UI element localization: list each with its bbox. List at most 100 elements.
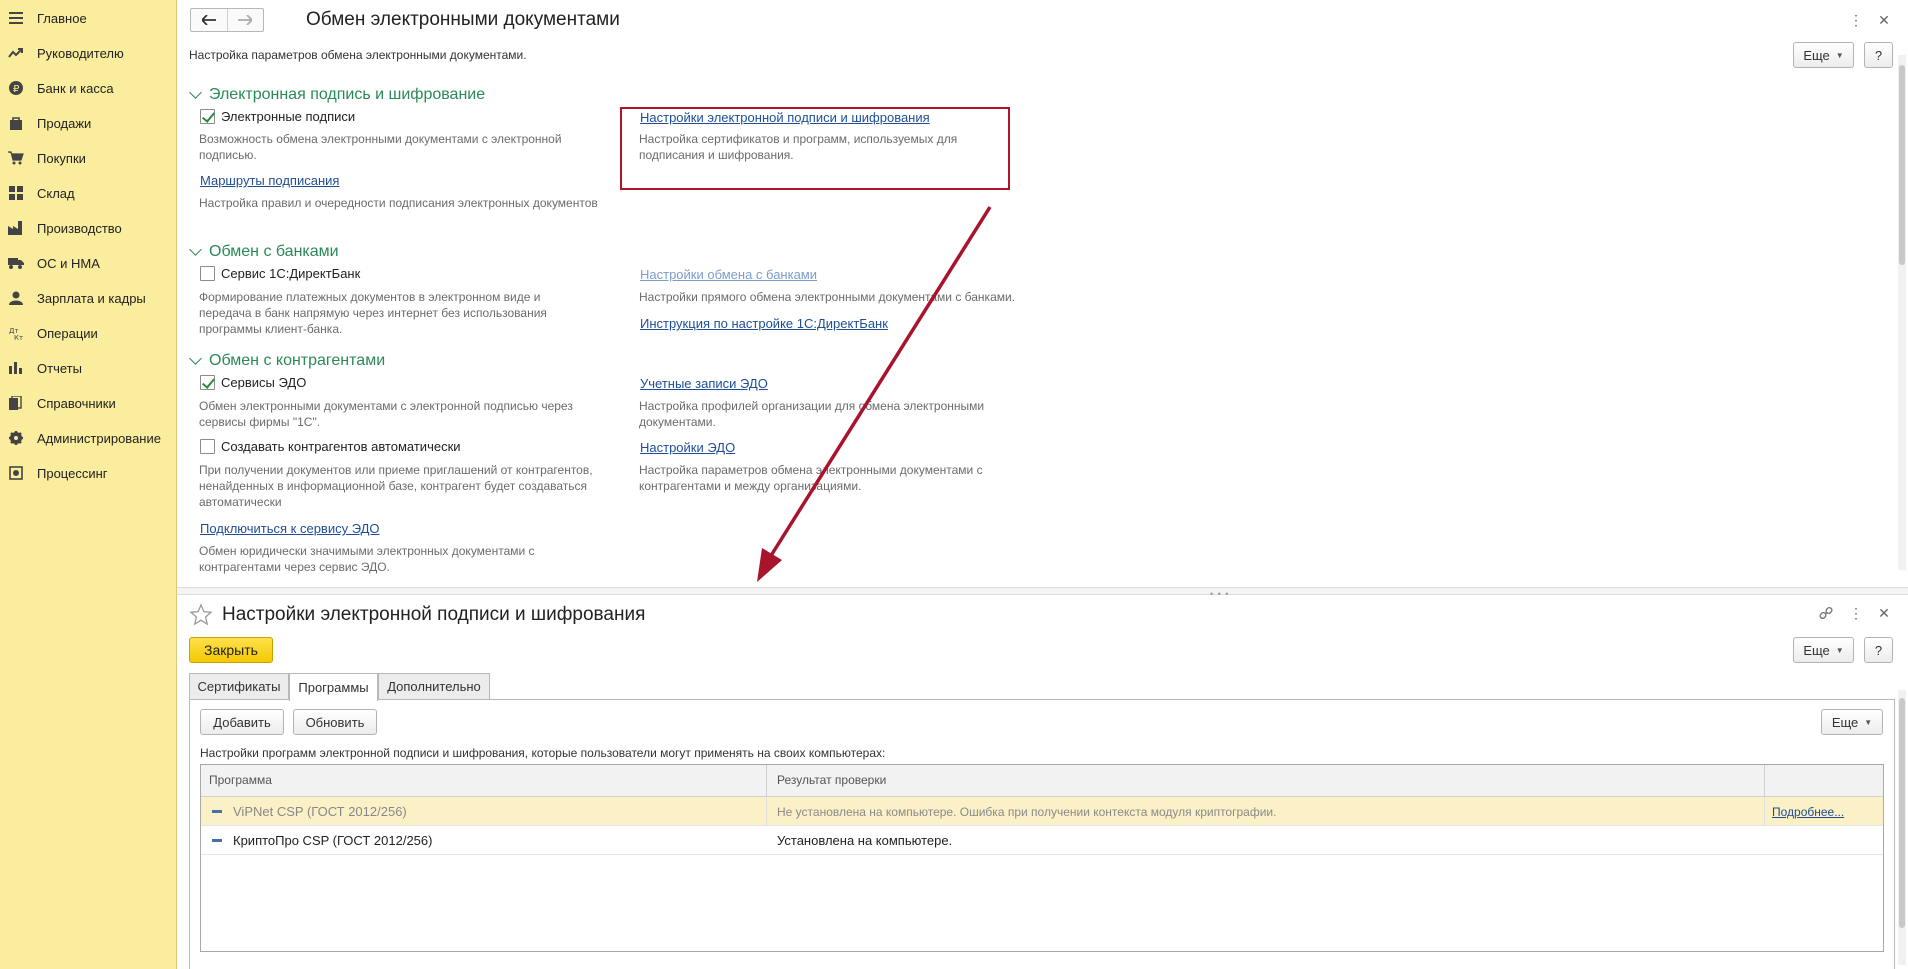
ruble-icon: ₽ [8, 80, 24, 96]
sidebar-item-label: Процессинг [37, 466, 108, 481]
checkbox-unchecked[interactable] [200, 439, 215, 454]
dropdown-arrow-icon: ▼ [1864, 717, 1873, 727]
close-icon[interactable]: ✕ [1876, 605, 1892, 621]
column-divider [1764, 765, 1765, 797]
tab-programs[interactable]: Программы [289, 673, 378, 701]
help-button[interactable]: ? [1864, 637, 1893, 663]
scrollbar-thumb[interactable] [1899, 65, 1905, 265]
column-divider [766, 797, 767, 826]
directbank-checkbox[interactable]: Сервис 1С:ДиректБанк [200, 266, 360, 281]
books-icon [8, 395, 24, 411]
table-row[interactable]: КриптоПро CSP (ГОСТ 2012/256) Установлен… [201, 826, 1883, 855]
more-button[interactable]: Еще ▼ [1793, 42, 1854, 68]
scrollbar-thumb[interactable] [1899, 698, 1905, 928]
column-header-program[interactable]: Программа [209, 773, 272, 787]
more-menu-icon[interactable]: ⋮ [1848, 605, 1864, 621]
favorite-star-icon[interactable] [189, 603, 213, 627]
signing-routes-description: Настройка правил и очередности подписани… [199, 196, 598, 210]
result-cell: Не установлена на компьютере. Ошибка при… [777, 805, 1277, 819]
more-button[interactable]: Еще ▼ [1793, 637, 1854, 663]
section-banks-header[interactable]: Обмен с банками [189, 243, 339, 261]
checkbox-label: Электронные подписи [221, 109, 356, 124]
result-cell: Установлена на компьютере. [777, 833, 953, 848]
form-splitter[interactable]: • • • [177, 587, 1908, 599]
program-cell: КриптоПро CSP (ГОСТ 2012/256) [233, 833, 433, 848]
sidebar-item-directories[interactable]: Справочники [0, 386, 176, 420]
sidebar-item-production[interactable]: Производство [0, 211, 176, 245]
menu-icon [8, 10, 24, 26]
auto-create-checkbox[interactable]: Создавать контрагентов автоматически [200, 439, 461, 454]
sidebar-item-sales[interactable]: Продажи [0, 106, 176, 140]
section-signature-header[interactable]: Электронная подпись и шифрование [189, 86, 485, 104]
tab-certificates[interactable]: Сертификаты [189, 673, 289, 699]
sidebar-item-warehouse[interactable]: Склад [0, 176, 176, 210]
checkbox-label: Сервис 1С:ДиректБанк [221, 266, 361, 281]
checkbox-label: Создавать контрагентов автоматически [221, 439, 461, 454]
checkbox-unchecked[interactable] [200, 266, 215, 281]
svg-text:Кт: Кт [14, 334, 23, 340]
sidebar-item-salary[interactable]: Зарплата и кадры [0, 281, 176, 315]
bottom-scrollbar[interactable] [1898, 690, 1906, 965]
tab-additional[interactable]: Дополнительно [378, 673, 490, 699]
dropdown-arrow-icon: ▼ [1835, 645, 1844, 655]
factory-icon [8, 220, 24, 236]
edo-services-description: Обмен электронными документами с электро… [199, 399, 573, 429]
tab-label: Сертификаты [197, 679, 281, 694]
close-icon[interactable]: ✕ [1876, 12, 1892, 28]
connect-edo-link[interactable]: Подключиться к сервису ЭДО [200, 521, 380, 536]
top-scrollbar[interactable] [1898, 55, 1906, 570]
sidebar-item-label: Производство [37, 221, 122, 236]
row-marker-icon [212, 839, 222, 842]
signing-routes-link[interactable]: Маршруты подписания [200, 173, 339, 188]
table-row[interactable]: ViPNet CSP (ГОСТ 2012/256) Не установлен… [201, 797, 1883, 826]
sidebar-item-assets[interactable]: ОС и НМА [0, 246, 176, 280]
sidebar-item-label: ОС и НМА [37, 256, 100, 271]
column-header-result[interactable]: Результат проверки [777, 773, 886, 787]
checkbox-checked[interactable] [200, 109, 215, 124]
refresh-button-label: Обновить [305, 714, 365, 730]
sidebar-item-label: Продажи [37, 116, 92, 131]
cart-icon [8, 150, 24, 166]
chevron-down-icon [189, 243, 202, 256]
programs-table: Программа Результат проверки ViPNet CSP … [200, 764, 1884, 952]
help-button[interactable]: ? [1864, 42, 1893, 68]
operations-icon: Дт Кт [8, 325, 24, 341]
more-menu-icon[interactable]: ⋮ [1848, 12, 1864, 28]
refresh-button[interactable]: Обновить [293, 709, 377, 735]
section-counterparties-header[interactable]: Обмен с контрагентами [189, 352, 385, 370]
close-button[interactable]: Закрыть [189, 637, 273, 663]
forward-button[interactable] [226, 9, 263, 31]
checkbox-checked[interactable] [200, 375, 215, 390]
sidebar: Главное Руководителю ₽ Банк и касса Прод… [0, 0, 177, 969]
signatures-checkbox[interactable]: Электронные подписи [200, 109, 355, 124]
chart-icon [8, 360, 24, 376]
page-subtitle: Настройка параметров обмена электронными… [189, 48, 527, 62]
auto-create-description: При получении документов или приеме приг… [199, 463, 593, 509]
sidebar-item-label: Главное [37, 11, 87, 26]
edo-services-checkbox[interactable]: Сервисы ЭДО [200, 375, 306, 390]
back-button[interactable] [191, 9, 227, 31]
add-button[interactable]: Добавить [200, 709, 284, 735]
truck-icon [8, 255, 24, 271]
sidebar-item-administration[interactable]: Администрирование [0, 421, 176, 455]
sidebar-item-label: Отчеты [37, 361, 82, 376]
chevron-down-icon [189, 352, 202, 365]
sidebar-item-reports[interactable]: Отчеты [0, 351, 176, 385]
sidebar-item-operations[interactable]: Дт Кт Операции [0, 316, 176, 350]
link-icon[interactable] [1818, 605, 1834, 621]
sidebar-item-manager[interactable]: Руководителю [0, 36, 176, 70]
section-title: Обмен с банками [209, 243, 339, 260]
panel-more-button[interactable]: Еще ▼ [1821, 709, 1883, 735]
sidebar-item-label: Администрирование [37, 431, 161, 446]
sidebar-item-label: Банк и касса [37, 81, 114, 96]
svg-text:₽: ₽ [13, 84, 20, 95]
sidebar-item-purchases[interactable]: Покупки [0, 141, 176, 175]
table-header: Программа Результат проверки [201, 765, 1883, 797]
sidebar-item-processing[interactable]: Процессинг [0, 456, 176, 490]
edo-settings-link[interactable]: Настройки ЭДО [640, 440, 735, 455]
sidebar-item-main[interactable]: Главное [0, 1, 176, 35]
details-link[interactable]: Подробнее... [1772, 805, 1844, 819]
arrow-left-icon [200, 13, 216, 28]
sidebar-item-label: Склад [37, 186, 75, 201]
sidebar-item-bank[interactable]: ₽ Банк и касса [0, 71, 176, 105]
